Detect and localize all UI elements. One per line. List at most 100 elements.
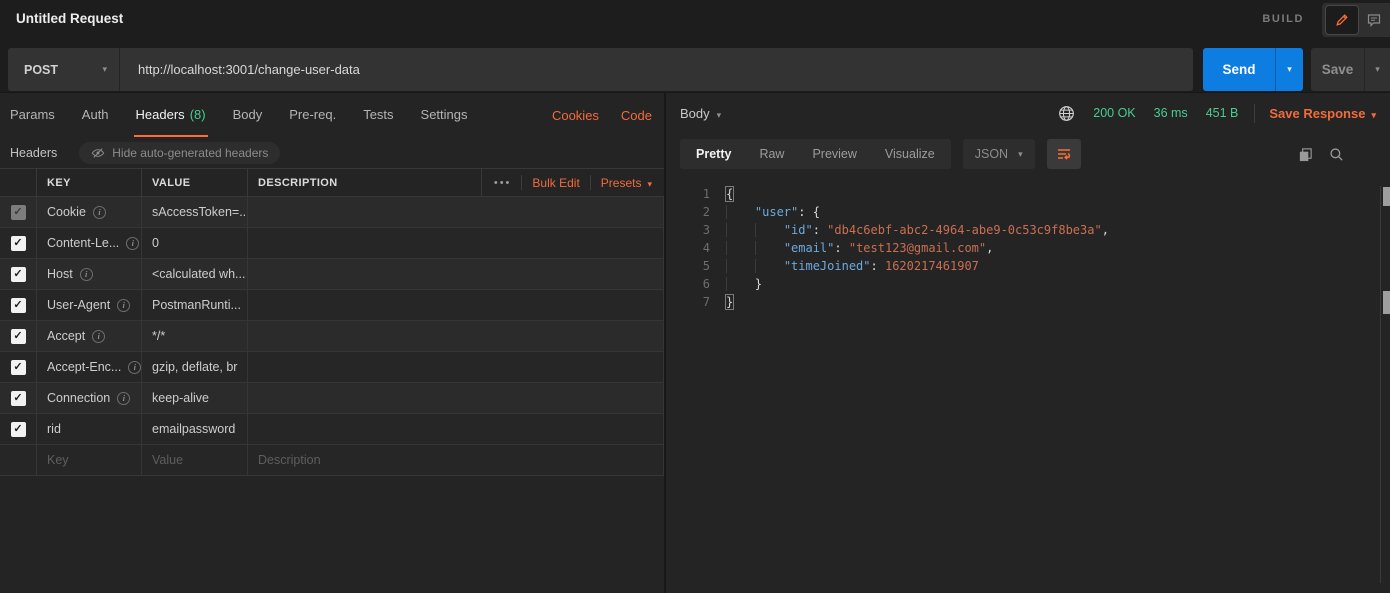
view-tab-raw[interactable]: Raw — [745, 139, 798, 169]
row-checkbox[interactable]: ✓ — [11, 267, 26, 282]
more-options-icon[interactable]: ••• — [494, 177, 512, 189]
header-key-cell[interactable]: Hosti — [37, 259, 142, 289]
header-description-cell[interactable] — [248, 414, 664, 444]
row-checkbox[interactable]: ✓ — [11, 329, 26, 344]
line-number: 7 — [666, 293, 710, 311]
token — [755, 259, 784, 273]
build-label: BUILD — [1262, 13, 1304, 25]
hide-autogenerated-toggle[interactable]: Hide auto-generated headers — [79, 142, 280, 164]
line-content: "timeJoined": 1620217461907 — [726, 257, 979, 275]
send-options-button[interactable]: ▾ — [1275, 48, 1303, 91]
header-description-cell[interactable] — [248, 352, 664, 382]
tab-label: Auth — [82, 107, 109, 122]
save-button[interactable]: Save — [1311, 48, 1364, 91]
new-description-input[interactable]: Description — [248, 445, 664, 475]
copy-icon[interactable] — [1298, 147, 1313, 162]
token: { — [726, 187, 733, 201]
code-link[interactable]: Code — [621, 108, 652, 123]
tab-label: Tests — [363, 107, 393, 122]
response-size: 451 B — [1206, 106, 1239, 120]
line-content: "user": { — [726, 203, 820, 221]
header-description-cell[interactable] — [248, 259, 664, 289]
row-checkbox[interactable]: ✓ — [11, 360, 26, 375]
row-checkbox[interactable]: ✓ — [11, 236, 26, 251]
header-value-cell[interactable]: <calculated wh... — [142, 259, 248, 289]
line-content: } — [726, 275, 762, 293]
view-tab-visualize[interactable]: Visualize — [871, 139, 949, 169]
code-line: 6 } — [666, 275, 1376, 293]
globe-icon[interactable] — [1058, 105, 1075, 122]
search-icon[interactable] — [1329, 147, 1344, 162]
row-checkbox-cell: ✓ — [0, 228, 37, 258]
headers-section-title: Headers — [10, 146, 57, 160]
wrap-text-button[interactable] — [1047, 139, 1081, 169]
view-tab-pretty[interactable]: Pretty — [682, 139, 745, 169]
check-icon: ✓ — [13, 424, 22, 435]
format-dropdown[interactable]: JSON ▾ — [963, 139, 1035, 169]
scrollbar-thumb[interactable] — [1383, 291, 1390, 314]
new-key-input[interactable]: Key — [37, 445, 142, 475]
header-key-cell[interactable]: Accept-Enc...i — [37, 352, 142, 382]
row-checkbox-cell: ✓ — [0, 352, 37, 382]
url-input[interactable]: http://localhost:3001/change-user-data — [120, 62, 360, 77]
presets-dropdown[interactable]: Presets▾ — [601, 176, 652, 190]
tab-label: Headers — [136, 107, 185, 122]
header-description-cell[interactable] — [248, 321, 664, 351]
send-button[interactable]: Send — [1203, 48, 1275, 91]
row-checkbox[interactable]: ✓ — [11, 205, 26, 220]
header-key-cell[interactable]: Cookiei — [37, 197, 142, 227]
row-checkbox[interactable]: ✓ — [11, 422, 26, 437]
header-key-cell[interactable]: Accepti — [37, 321, 142, 351]
tab-body[interactable]: Body — [231, 93, 265, 137]
check-icon: ✓ — [13, 362, 22, 373]
header-value-cell[interactable]: gzip, deflate, br — [142, 352, 248, 382]
header-description-cell[interactable] — [248, 290, 664, 320]
header-description-cell[interactable] — [248, 197, 664, 227]
view-tab-preview[interactable]: Preview — [798, 139, 870, 169]
header-key-cell[interactable]: Connectioni — [37, 383, 142, 413]
scrollbar-thumb[interactable] — [1383, 187, 1390, 206]
header-value-cell[interactable]: keep-alive — [142, 383, 248, 413]
tab-auth[interactable]: Auth — [80, 93, 111, 137]
method-select[interactable]: POST ▾ — [8, 48, 120, 91]
tab-headers[interactable]: Headers(8) — [134, 93, 208, 137]
line-number: 4 — [666, 239, 710, 257]
row-checkbox[interactable]: ✓ — [11, 298, 26, 313]
row-checkbox-cell — [0, 445, 37, 475]
bulk-edit-link[interactable]: Bulk Edit — [532, 176, 579, 190]
save-response-dropdown[interactable]: Save Response▾ — [1269, 106, 1376, 121]
tab-pre-req-[interactable]: Pre-req. — [287, 93, 338, 137]
token — [755, 241, 784, 255]
status-badge: 200 OK — [1093, 106, 1135, 120]
line-content: { — [726, 185, 733, 203]
line-number: 2 — [666, 203, 710, 221]
save-button-group: Save ▾ — [1311, 48, 1390, 91]
header-value-cell[interactable]: 0 — [142, 228, 248, 258]
header-description-cell[interactable] — [248, 383, 664, 413]
cookies-link[interactable]: Cookies — [552, 108, 599, 123]
tab-params[interactable]: Params — [8, 93, 57, 137]
tab-settings[interactable]: Settings — [419, 93, 470, 137]
tab-tests[interactable]: Tests — [361, 93, 395, 137]
header-value: gzip, deflate, br — [152, 360, 237, 374]
save-options-button[interactable]: ▾ — [1364, 48, 1390, 91]
response-scrollbar[interactable] — [1380, 186, 1390, 583]
header-value-cell[interactable]: */* — [142, 321, 248, 351]
comments-button[interactable] — [1359, 5, 1389, 35]
request-title: Untitled Request — [16, 11, 123, 26]
build-mode-button[interactable] — [1325, 5, 1359, 35]
new-value-input[interactable]: Value — [142, 445, 248, 475]
response-view-tabs: PrettyRawPreviewVisualize — [680, 139, 951, 169]
response-body-dropdown[interactable]: Body▾ — [680, 106, 721, 121]
row-checkbox[interactable]: ✓ — [11, 391, 26, 406]
code-line: 4 "email": "test123@gmail.com", — [666, 239, 1376, 257]
header-key: Connection — [47, 391, 110, 405]
header-key-cell[interactable]: Content-Le...i — [37, 228, 142, 258]
header-key-cell[interactable]: rid — [37, 414, 142, 444]
header-value-cell[interactable]: sAccessToken=... — [142, 197, 248, 227]
header-key-cell[interactable]: User-Agenti — [37, 290, 142, 320]
header-value-cell[interactable]: PostmanRunti... — [142, 290, 248, 320]
token — [726, 223, 755, 237]
header-description-cell[interactable] — [248, 228, 664, 258]
header-value-cell[interactable]: emailpassword — [142, 414, 248, 444]
